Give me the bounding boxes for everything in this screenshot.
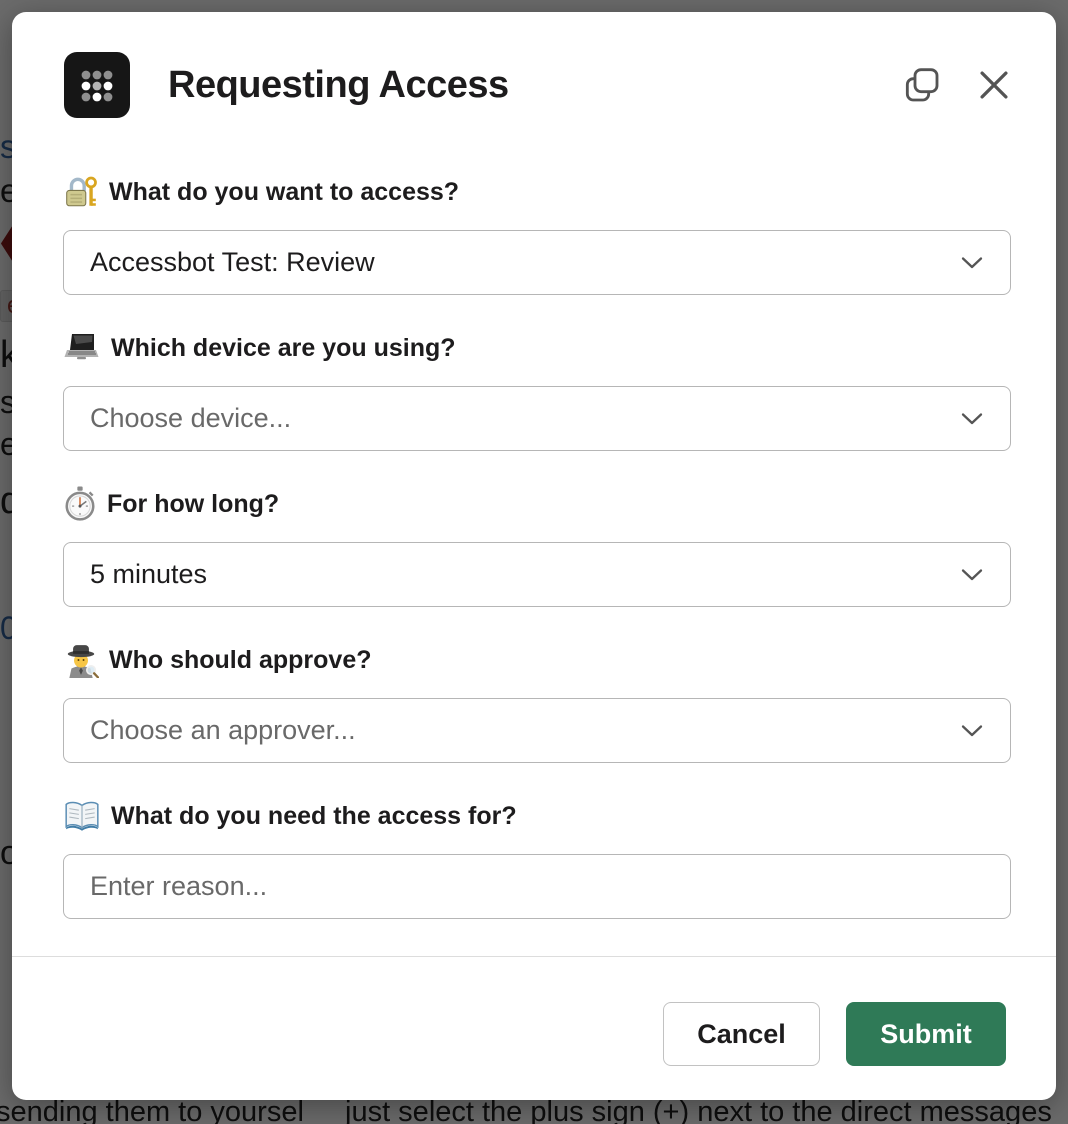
modal-header: Requesting Access xyxy=(64,52,1016,118)
approver-field-label-text: Who should approve? xyxy=(109,646,372,675)
duration-field-label-text: For how long? xyxy=(107,490,279,519)
duration-field-label: For how long? xyxy=(63,484,279,524)
chevron-down-icon xyxy=(960,256,984,270)
detective-icon xyxy=(63,642,99,678)
open-book-icon xyxy=(63,800,101,832)
app-grid-dots-icon xyxy=(64,52,130,118)
requesting-access-modal: Requesting Access xyxy=(12,12,1056,1100)
modal-title: Requesting Access xyxy=(168,64,509,107)
duration-select-value: 5 minutes xyxy=(90,559,948,590)
access-field-label: What do you want to access? xyxy=(63,172,459,212)
screen: A s ea ❮ e k s: e qu a 0 o sending them … xyxy=(0,0,1068,1124)
device-select-placeholder: Choose device... xyxy=(90,403,948,434)
close-icon xyxy=(975,66,1013,104)
stopwatch-icon xyxy=(63,486,97,522)
footer-divider xyxy=(12,956,1056,957)
device-field-label: Which device are you using? xyxy=(63,328,456,368)
copy-button[interactable] xyxy=(900,63,944,107)
access-field-label-text: What do you want to access? xyxy=(109,178,459,207)
reason-input[interactable] xyxy=(63,854,1011,919)
close-button[interactable] xyxy=(972,63,1016,107)
approver-select-placeholder: Choose an approver... xyxy=(90,715,948,746)
cancel-button[interactable]: Cancel xyxy=(663,1002,820,1066)
approver-field-label: Who should approve? xyxy=(63,640,372,680)
chevron-down-icon xyxy=(960,568,984,582)
device-select[interactable]: Choose device... xyxy=(63,386,1011,451)
copy-icon xyxy=(902,65,942,105)
chevron-down-icon xyxy=(960,412,984,426)
lock-with-key-icon xyxy=(63,174,99,210)
header-actions xyxy=(900,63,1016,107)
reason-field-label-text: What do you need the access for? xyxy=(111,802,517,831)
duration-select[interactable]: 5 minutes xyxy=(63,542,1011,607)
chevron-down-icon xyxy=(960,724,984,738)
device-field-label-text: Which device are you using? xyxy=(111,334,456,363)
laptop-icon xyxy=(63,332,101,364)
approver-select[interactable]: Choose an approver... xyxy=(63,698,1011,763)
reason-field-label: What do you need the access for? xyxy=(63,796,517,836)
submit-button[interactable]: Submit xyxy=(846,1002,1006,1066)
access-select[interactable]: Accessbot Test: Review xyxy=(63,230,1011,295)
access-select-value: Accessbot Test: Review xyxy=(90,247,948,278)
